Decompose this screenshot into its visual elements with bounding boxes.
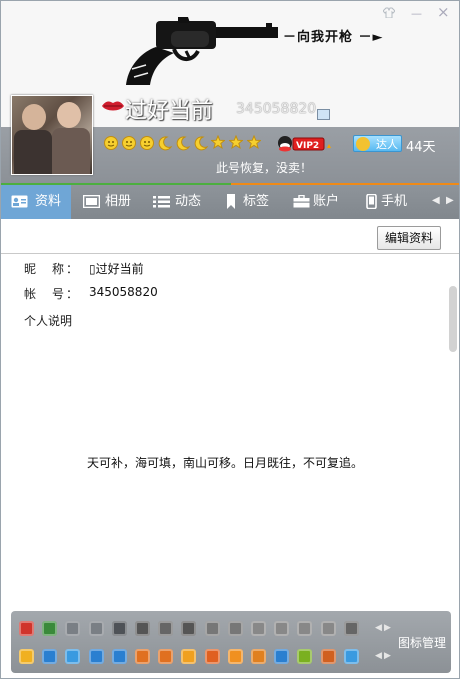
service-badge-icon[interactable] — [297, 621, 313, 636]
account-value: 345058820 — [89, 285, 158, 299]
service-badge-icon[interactable] — [111, 621, 127, 636]
service-badge-icon[interactable] — [88, 649, 104, 664]
iconbar-prev-icon[interactable]: ◀ — [375, 623, 382, 633]
service-badge-icon[interactable] — [343, 649, 359, 664]
iconbar-prev-icon[interactable]: ◀ — [375, 651, 382, 661]
service-badge-icon[interactable] — [19, 621, 34, 636]
level-star-icon — [246, 134, 262, 153]
service-badge-icon[interactable] — [343, 621, 359, 636]
service-badge-icon[interactable] — [111, 649, 127, 664]
tab-scroll-right-icon[interactable]: ▶ — [446, 195, 454, 206]
service-badge-icon[interactable] — [158, 649, 174, 664]
service-badge-icon[interactable] — [320, 621, 336, 636]
banner-slogan: －向我开枪 －► — [283, 30, 384, 45]
tab-account[interactable]: 账户 — [283, 185, 351, 219]
id-card-icon — [11, 195, 28, 208]
shirt-icon[interactable] — [382, 7, 396, 21]
service-badge-icon[interactable] — [320, 649, 336, 664]
tab-label: 相册 — [105, 194, 132, 209]
service-badge-icon[interactable] — [251, 649, 266, 664]
content-scrollbar[interactable] — [449, 286, 457, 352]
service-badge-icon[interactable] — [158, 621, 174, 636]
icon-manage-button[interactable]: 图标管理 — [398, 634, 446, 651]
service-badge-icon[interactable] — [274, 649, 290, 664]
revolver-image — [126, 17, 278, 85]
level-star-icon — [210, 134, 226, 153]
level-sun-icon — [103, 135, 119, 155]
service-badge-icon[interactable] — [181, 649, 197, 664]
tab-label: 手机 — [381, 194, 408, 209]
close-icon[interactable]: × — [437, 3, 450, 21]
service-badge-icon[interactable] — [135, 649, 150, 664]
profile-window: －向我开枪 －► — × 过好当前 345058820 VIP2 达人 44天 … — [0, 0, 460, 679]
tab-bar: 资料 相册 动态 标签 账户 手机 — [1, 185, 459, 219]
card-icon[interactable] — [317, 109, 330, 120]
tab-label: 资料 — [35, 194, 62, 209]
service-badge-icon[interactable] — [135, 621, 150, 636]
level-sun-icon — [139, 135, 155, 155]
tab-scroll-left-icon[interactable]: ◀ — [432, 195, 440, 206]
tab-label: 标签 — [243, 194, 270, 209]
icon-bar — [11, 611, 451, 673]
iconbar-next-icon[interactable]: ▶ — [384, 651, 391, 661]
tab-label: 动态 — [175, 194, 202, 209]
list-icon — [153, 196, 170, 208]
service-badge-icon[interactable] — [227, 649, 243, 664]
service-badge-icon[interactable] — [204, 621, 220, 636]
level-star-icon — [228, 134, 244, 153]
tab-label: 账户 — [313, 194, 340, 209]
vip-badge[interactable]: VIP2 — [277, 134, 333, 152]
service-badge-icon[interactable] — [88, 621, 104, 636]
profile-qq-number: 345058820 — [236, 101, 317, 117]
service-badge-icon[interactable] — [274, 621, 290, 636]
bio-text: 天可补，海可填，南山可移。日月既往，不可复追。 — [86, 456, 363, 470]
avatar[interactable] — [11, 95, 93, 175]
photo-icon — [83, 195, 100, 208]
lips-icon — [102, 101, 124, 111]
briefcase-icon — [293, 195, 310, 208]
bio-label: 个人说明 — [24, 314, 73, 328]
service-badge-icon[interactable] — [297, 649, 313, 664]
level-moon-icon — [193, 135, 209, 155]
nickname-value: ▯过好当前 — [89, 262, 144, 276]
service-badge-icon[interactable] — [181, 621, 197, 636]
level-moon-icon — [175, 135, 191, 155]
tab-phone[interactable]: 手机 — [353, 185, 421, 219]
edit-profile-button[interactable]: 编辑资料 — [377, 226, 441, 250]
vip-label: VIP2 — [296, 141, 319, 151]
service-badge-icon[interactable] — [19, 649, 34, 664]
active-days: 44天 — [406, 140, 436, 155]
phone-icon — [366, 194, 377, 209]
account-label: 帐 号： — [24, 287, 81, 301]
nickname-label: 昵 称： — [24, 262, 81, 276]
bookmark-icon — [227, 194, 235, 209]
level-sun-icon — [121, 135, 137, 155]
tab-profile[interactable]: 资料 — [1, 185, 71, 219]
service-badge-icon[interactable] — [42, 649, 58, 664]
service-badge-icon[interactable] — [42, 621, 58, 636]
profile-nickname: 过好当前 — [125, 99, 214, 124]
daren-badge[interactable]: 达人 — [353, 135, 402, 152]
service-badge-icon[interactable] — [65, 621, 81, 636]
tab-feed[interactable]: 动态 — [143, 185, 211, 219]
tab-tags[interactable]: 标签 — [213, 185, 281, 219]
service-badge-icon[interactable] — [65, 649, 81, 664]
service-badge-icon[interactable] — [204, 649, 220, 664]
daren-icon — [356, 137, 370, 151]
tab-album[interactable]: 相册 — [73, 185, 141, 219]
daren-label: 达人 — [376, 138, 398, 151]
service-badge-icon[interactable] — [227, 621, 243, 636]
iconbar-next-icon[interactable]: ▶ — [384, 623, 391, 633]
service-badge-icon[interactable] — [251, 621, 266, 636]
profile-signature[interactable]: 此号恢复，没卖！ — [216, 159, 312, 176]
minimize-icon[interactable]: — — [411, 7, 422, 20]
level-moon-icon — [157, 135, 173, 155]
